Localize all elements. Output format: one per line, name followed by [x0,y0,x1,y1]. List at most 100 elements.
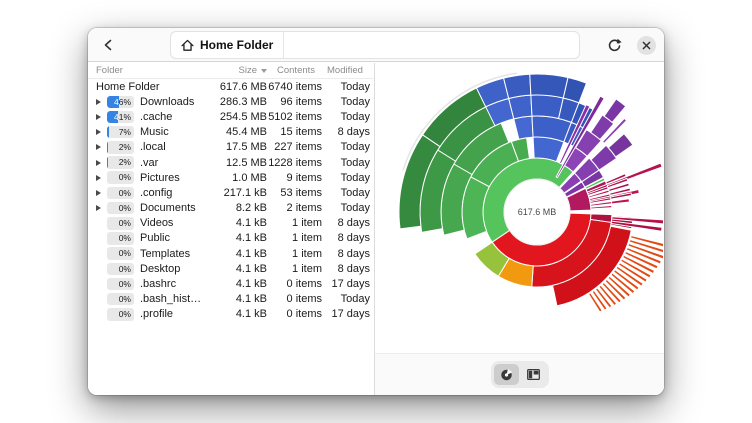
percent-badge: 0% 0% [107,293,134,306]
size-cell: 254.5 MB [205,111,267,123]
modified-cell: 8 days [322,248,370,260]
size-cell: 4.1 kB [205,278,267,290]
contents-cell: 0 items [267,308,322,320]
folder-name: Pictures [140,172,205,184]
percent-badge: 0% 0% [107,171,134,184]
column-header-modified[interactable]: Modified [322,65,370,76]
column-header-size[interactable]: Size [205,65,267,76]
folder-name: Videos [140,217,205,229]
size-cell: 4.1 kB [205,293,267,305]
contents-cell: 1 item [267,232,322,244]
modified-cell: Today [322,157,370,169]
folder-list-panel: Folder Size Contents Modified Home Folde… [88,63,375,395]
size-cell: 17.5 MB [205,141,267,153]
percent-badge: 0% 0% [107,247,134,260]
percent-badge: 0% 0% [107,278,134,291]
expander-icon[interactable] [96,144,105,150]
home-icon [180,38,195,53]
folder-name: .profile [140,308,205,320]
home-folder-tab[interactable]: Home Folder [171,32,284,58]
table-row[interactable]: 0% 0% Desktop 4.1 kB 1 item 8 days [88,261,374,276]
folder-name: Home Folder [96,81,205,93]
percent-label: 0% [107,171,134,184]
percent-label: 0% [107,293,134,306]
table-row[interactable]: 2% 2% .var 12.5 MB 1228 items Today [88,155,374,170]
refresh-button[interactable] [601,32,627,58]
percent-label: 0% [107,187,134,200]
column-header-folder[interactable]: Folder [96,65,123,76]
folder-name: Downloads [140,96,205,108]
percent-label: 0% [107,217,134,230]
contents-cell: 1 item [267,217,322,229]
expander-icon[interactable] [96,114,105,120]
expander-icon[interactable] [96,160,105,166]
modified-cell: 8 days [322,263,370,275]
titlebar: Home Folder [88,28,664,62]
modified-cell: Today [322,81,370,93]
close-button[interactable] [637,36,656,55]
size-cell: 12.5 MB [205,157,267,169]
expander-icon[interactable] [96,99,105,105]
window-content: Folder Size Contents Modified Home Folde… [88,63,664,395]
table-row[interactable]: 0% 0% Pictures 1.0 MB 9 items Today [88,170,374,185]
disk-usage-analyzer-window: Home Folder Folder [88,28,664,395]
modified-cell: 17 days [322,278,370,290]
table-row[interactable]: 0% 0% Public 4.1 kB 1 item 8 days [88,231,374,246]
treemap-view-button[interactable] [521,364,546,385]
expander-icon[interactable] [96,175,105,181]
percent-badge: 2% 2% [107,141,134,154]
table-row[interactable]: 0% 0% .bashrc 4.1 kB 0 items 17 days [88,276,374,291]
table-row[interactable]: Home Folder 617.6 MB 6740 items Today [88,79,374,94]
expander-icon[interactable] [96,129,105,135]
folder-name: .bashrc [140,278,205,290]
folder-table-body: Home Folder 617.6 MB 6740 items Today 46… [88,79,374,322]
percent-badge: 41% 41% [107,111,134,124]
percent-fill-bar: 7% [107,126,109,139]
folder-name: Desktop [140,263,205,275]
percent-badge: 0% 0% [107,308,134,321]
percent-badge: 0% 0% [107,187,134,200]
expander-icon[interactable] [96,205,105,211]
modified-cell: 8 days [322,126,370,138]
modified-cell: 8 days [322,232,370,244]
location-entry[interactable] [284,32,579,58]
folder-name: .local [140,141,205,153]
size-cell: 4.1 kB [205,217,267,229]
percent-badge: 0% 0% [107,232,134,245]
rings-view-button[interactable] [494,364,519,385]
table-row[interactable]: 41% 41% .cache 254.5 MB 5102 items Today [88,109,374,124]
view-toggle [491,361,549,388]
percent-label: 7% [107,126,134,139]
contents-cell: 227 items [267,141,322,153]
contents-cell: 1 item [267,263,322,275]
size-cell: 286.3 MB [205,96,267,108]
size-cell: 4.1 kB [205,308,267,320]
table-row[interactable]: 46% 46% Downloads 286.3 MB 96 items Toda… [88,94,374,109]
refresh-icon [606,37,623,54]
expander-icon[interactable] [96,190,105,196]
table-row[interactable]: 0% 0% .profile 4.1 kB 0 items 17 days [88,307,374,322]
percent-fill-bar: 41% [107,111,118,124]
column-header-contents[interactable]: Contents [267,65,322,76]
contents-cell: 53 items [267,187,322,199]
modified-cell: Today [322,187,370,199]
folder-name: Public [140,232,205,244]
percent-label: 0% [107,308,134,321]
modified-cell: Today [322,96,370,108]
contents-cell: 1 item [267,248,322,260]
table-row[interactable]: 0% 0% .config 217.1 kB 53 items Today [88,185,374,200]
back-button[interactable] [92,31,126,59]
table-row[interactable]: 0% 0% Documents 8.2 kB 2 items Today [88,201,374,216]
percent-label: 2% [107,156,134,169]
percent-badge: 0% 0% [107,217,134,230]
percent-badge: 0% 0% [107,202,134,215]
percent-label: 0% [107,263,134,276]
table-row[interactable]: 0% 0% Templates 4.1 kB 1 item 8 days [88,246,374,261]
percent-label: 0% [107,278,134,291]
rings-chart-svg[interactable]: 617.6 MB [375,63,663,354]
table-row[interactable]: 0% 0% Videos 4.1 kB 1 item 8 days [88,216,374,231]
table-row[interactable]: 2% 2% .local 17.5 MB 227 items Today [88,140,374,155]
table-row[interactable]: 7% 7% Music 45.4 MB 15 items 8 days [88,125,374,140]
size-cell: 4.1 kB [205,263,267,275]
table-row[interactable]: 0% 0% .bash_history 4.1 kB 0 items Today [88,292,374,307]
